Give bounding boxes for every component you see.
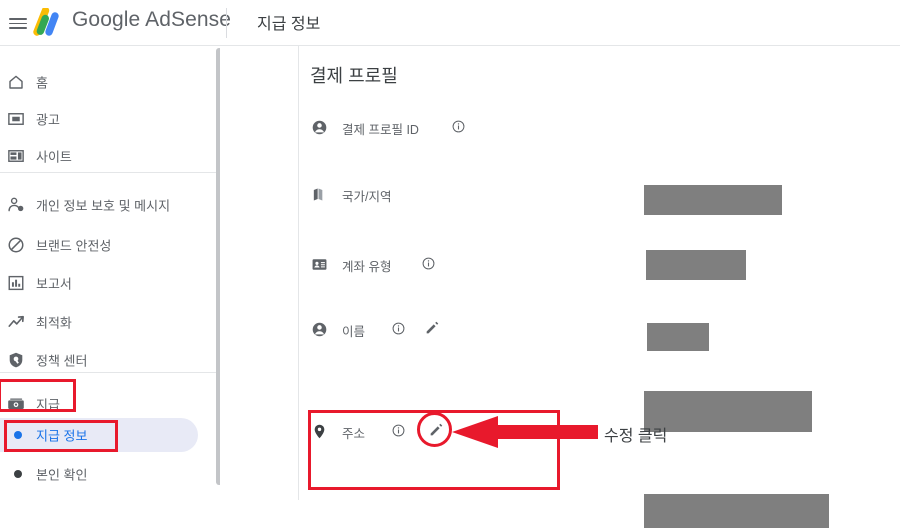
annotation-callout-text: 수정 클릭 xyxy=(604,428,668,445)
home-icon xyxy=(6,72,26,92)
adsense-payment-info-screen: Google AdSense 지급 정보 홈 광고 사이트 개인 정보 보호 및… xyxy=(0,0,900,528)
sidebar-item-home[interactable]: 홈 xyxy=(0,64,220,100)
sidebar-item-reports[interactable]: 보고서 xyxy=(0,265,220,301)
sidebar-item-label: 정책 센터 xyxy=(36,353,88,369)
sidebar-subitem-label: 본인 확인 xyxy=(36,467,88,483)
info-icon[interactable] xyxy=(392,424,405,437)
sidebar-item-payments[interactable]: 지급 xyxy=(0,386,220,422)
info-icon[interactable] xyxy=(392,322,405,335)
field-label: 계좌 유형 xyxy=(342,260,392,274)
account-circle-icon xyxy=(310,320,328,338)
hamburger-menu-icon[interactable] xyxy=(6,11,30,35)
field-label: 국가/지역 xyxy=(342,190,392,204)
sites-icon xyxy=(6,146,26,166)
sidebar-item-label: 지급 xyxy=(36,397,60,413)
sidebar-subitem-label: 지급 정보 xyxy=(36,428,88,444)
payment-profile-panel: 결제 프로필 결제 프로필 ID 국가/지역 계좌 유형 이름 주소 xyxy=(299,46,900,528)
field-label: 주소 xyxy=(342,427,366,441)
sidebar-item-privacy-messaging[interactable]: 개인 정보 보호 및 메시지 xyxy=(0,187,220,223)
sidebar-item-label: 보고서 xyxy=(36,276,72,292)
sidebar-item-label: 홈 xyxy=(36,75,48,91)
sidebar-item-label: 최적화 xyxy=(36,315,72,331)
sidebar-scrollbar[interactable] xyxy=(216,48,220,485)
sidebar-item-sites[interactable]: 사이트 xyxy=(0,138,220,174)
info-icon[interactable] xyxy=(422,257,435,270)
policy-shield-icon xyxy=(6,350,26,370)
edit-pencil-icon-address[interactable] xyxy=(428,422,444,438)
map-icon xyxy=(310,185,328,203)
brand-name: Google AdSense xyxy=(72,8,232,31)
app-header: Google AdSense 지급 정보 xyxy=(0,0,900,46)
sidebar-item-label: 사이트 xyxy=(36,149,72,165)
field-label: 결제 프로필 ID xyxy=(342,123,419,137)
contact-card-icon xyxy=(310,255,328,273)
account-circle-icon xyxy=(310,118,328,136)
bullet-dot-icon xyxy=(14,431,22,439)
sidebar-item-label: 광고 xyxy=(36,112,60,128)
sidebar-item-policy-center[interactable]: 정책 센터 xyxy=(0,342,220,378)
sidebar-item-label: 개인 정보 보호 및 메시지 xyxy=(36,198,171,214)
sidebar-item-ads[interactable]: 광고 xyxy=(0,101,220,137)
bullet-dot-icon xyxy=(14,470,22,478)
sidebar-item-optimization[interactable]: 최적화 xyxy=(0,304,220,340)
location-pin-icon xyxy=(310,422,328,440)
page-title: 지급 정보 xyxy=(257,16,321,33)
payments-icon xyxy=(6,394,26,414)
section-heading: 결제 프로필 xyxy=(310,66,398,86)
redacted-value-billing-profile-id xyxy=(644,185,782,215)
google-adsense-logo-icon xyxy=(33,6,67,38)
sidebar-item-label: 브랜드 안전성 xyxy=(36,238,112,254)
block-circle-icon xyxy=(6,235,26,255)
sidebar-item-payment-info[interactable]: 지급 정보 xyxy=(0,418,198,452)
header-divider xyxy=(226,8,227,38)
redacted-value-country-region xyxy=(646,250,746,280)
edit-pencil-icon[interactable] xyxy=(424,320,440,336)
field-label: 이름 xyxy=(342,325,366,339)
redacted-value-address xyxy=(644,494,829,528)
sidebar-navigation: 홈 광고 사이트 개인 정보 보호 및 메시지 브랜드 안전성 보고서 최적화 … xyxy=(0,46,220,500)
privacy-person-shield-icon xyxy=(6,195,26,215)
redacted-value-account-type xyxy=(647,323,709,351)
ads-icon xyxy=(6,109,26,129)
info-icon[interactable] xyxy=(452,120,465,133)
bar-chart-icon xyxy=(6,273,26,293)
redacted-value-name xyxy=(644,391,812,432)
sidebar-item-brand-safety[interactable]: 브랜드 안전성 xyxy=(0,227,220,263)
trending-up-icon xyxy=(6,312,26,332)
sidebar-item-identity-verification[interactable]: 본인 확인 xyxy=(0,457,198,491)
